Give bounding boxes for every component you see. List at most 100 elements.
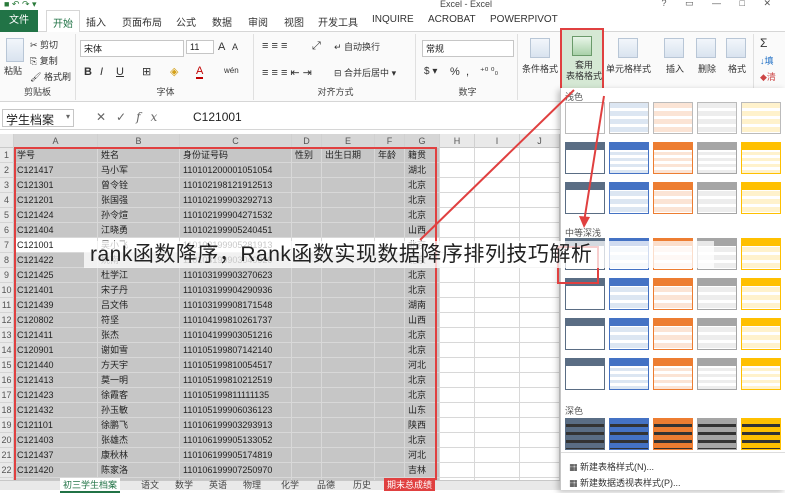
sheet-tab[interactable]: 数学: [172, 478, 196, 491]
row-header[interactable]: 4: [0, 193, 14, 208]
table-style-swatch[interactable]: [741, 278, 781, 310]
sheet-tab[interactable]: 化学: [278, 478, 302, 491]
table-style-swatch[interactable]: [609, 418, 649, 450]
name-box[interactable]: 学生档案: [2, 109, 74, 127]
tab-powerpivot[interactable]: POWERPIVOT: [490, 14, 558, 25]
table-cell[interactable]: [440, 418, 475, 433]
table-style-swatch[interactable]: [609, 278, 649, 310]
row-header[interactable]: 12: [0, 313, 14, 328]
table-cell[interactable]: [520, 403, 560, 418]
column-header-E[interactable]: E: [322, 134, 375, 148]
paste-icon[interactable]: [6, 38, 24, 62]
table-cell[interactable]: [475, 268, 520, 283]
cut-button[interactable]: ✂ 剪切: [30, 38, 58, 51]
number-format-select[interactable]: 常规: [422, 40, 514, 57]
table-cell[interactable]: [440, 463, 475, 478]
table-cell[interactable]: [520, 208, 560, 223]
table-cell[interactable]: [440, 433, 475, 448]
column-header-F[interactable]: F: [375, 134, 405, 148]
tab-developer[interactable]: 开发工具: [318, 14, 358, 29]
row-header[interactable]: 8: [0, 253, 14, 268]
border-icon[interactable]: ⊞: [142, 65, 151, 78]
formula-input[interactable]: C121001: [190, 109, 556, 127]
table-cell[interactable]: [475, 178, 520, 193]
table-style-swatch[interactable]: [697, 418, 737, 450]
table-cell[interactable]: [440, 448, 475, 463]
table-cell[interactable]: [475, 403, 520, 418]
autosum-button[interactable]: Σ: [760, 36, 767, 50]
table-cell[interactable]: [475, 343, 520, 358]
column-header-C[interactable]: C: [180, 134, 292, 148]
tab-home[interactable]: 开始: [46, 10, 80, 33]
table-cell[interactable]: [475, 298, 520, 313]
percent-button[interactable]: %: [450, 66, 460, 78]
shrink-font-button[interactable]: A: [232, 42, 238, 52]
table-header-cell[interactable]: [475, 148, 520, 163]
table-cell[interactable]: [475, 463, 520, 478]
table-cell[interactable]: [520, 433, 560, 448]
table-cell[interactable]: [520, 298, 560, 313]
tab-acrobat[interactable]: ACROBAT: [428, 14, 476, 25]
table-cell[interactable]: [520, 193, 560, 208]
insert-cells-button[interactable]: 插入: [666, 62, 684, 75]
row-header[interactable]: 6: [0, 223, 14, 238]
table-cell[interactable]: [520, 268, 560, 283]
table-cell[interactable]: [520, 343, 560, 358]
format-cells-button[interactable]: 格式: [728, 62, 746, 75]
column-header-G[interactable]: G: [405, 134, 440, 148]
table-cell[interactable]: [440, 223, 475, 238]
align-top-icon[interactable]: ≡ ≡ ≡: [262, 40, 287, 52]
sheet-tab[interactable]: 初三学生档案: [60, 478, 121, 493]
sheet-tab[interactable]: 历史: [350, 478, 374, 491]
merge-center-button[interactable]: ⊟ 合并后居中 ▾: [334, 66, 396, 79]
table-cell[interactable]: [440, 358, 475, 373]
tab-view[interactable]: 视图: [284, 14, 304, 29]
orientation-icon[interactable]: ⤢: [312, 40, 321, 53]
table-style-swatch[interactable]: [609, 142, 649, 174]
tab-page-layout[interactable]: 页面布局: [122, 14, 162, 29]
table-cell[interactable]: [520, 313, 560, 328]
tab-insert[interactable]: 插入: [86, 14, 106, 29]
column-header-A[interactable]: A: [14, 134, 98, 148]
table-cell[interactable]: [475, 373, 520, 388]
row-header[interactable]: 13: [0, 328, 14, 343]
row-header[interactable]: 5: [0, 208, 14, 223]
table-style-swatch[interactable]: [741, 238, 781, 270]
tab-data[interactable]: 数据: [212, 14, 232, 29]
delete-cells-button[interactable]: 删除: [698, 62, 716, 75]
cell-styles-button[interactable]: 单元格样式: [606, 62, 651, 75]
table-cell[interactable]: [520, 388, 560, 403]
row-header[interactable]: 14: [0, 343, 14, 358]
name-box-dropdown-icon[interactable]: ▾: [66, 112, 70, 121]
table-style-swatch[interactable]: [653, 358, 693, 390]
table-style-swatch[interactable]: [565, 142, 605, 174]
row-header[interactable]: 17: [0, 388, 14, 403]
table-cell[interactable]: [520, 358, 560, 373]
table-style-swatch[interactable]: [653, 182, 693, 214]
table-cell[interactable]: [520, 463, 560, 478]
table-style-swatch[interactable]: [653, 418, 693, 450]
sheet-tab[interactable]: 期末总成绩: [384, 478, 436, 491]
table-cell[interactable]: [440, 208, 475, 223]
table-cell[interactable]: [475, 358, 520, 373]
format-as-table-button[interactable]: 套用 表格格式: [560, 28, 604, 92]
font-color-button[interactable]: A: [196, 65, 204, 79]
table-cell[interactable]: [475, 283, 520, 298]
table-cell[interactable]: [440, 343, 475, 358]
table-cell[interactable]: [475, 433, 520, 448]
sheet-tab[interactable]: 品德: [314, 478, 338, 491]
new-pivot-style-item[interactable]: ▦ 新建数据透视表样式(P)...: [569, 476, 681, 489]
table-cell[interactable]: [475, 418, 520, 433]
table-cell[interactable]: [520, 448, 560, 463]
table-cell[interactable]: [440, 388, 475, 403]
window-controls[interactable]: ? ▭ — □ ✕: [662, 0, 780, 9]
table-style-swatch[interactable]: [609, 102, 649, 134]
formula-buttons[interactable]: ✕✓fx: [96, 110, 167, 124]
table-style-swatch[interactable]: [697, 278, 737, 310]
delete-cells-icon[interactable]: [696, 38, 716, 58]
table-cell[interactable]: [520, 418, 560, 433]
table-cell[interactable]: [475, 208, 520, 223]
table-cell[interactable]: [520, 328, 560, 343]
table-cell[interactable]: [520, 283, 560, 298]
row-header[interactable]: 7: [0, 238, 14, 253]
